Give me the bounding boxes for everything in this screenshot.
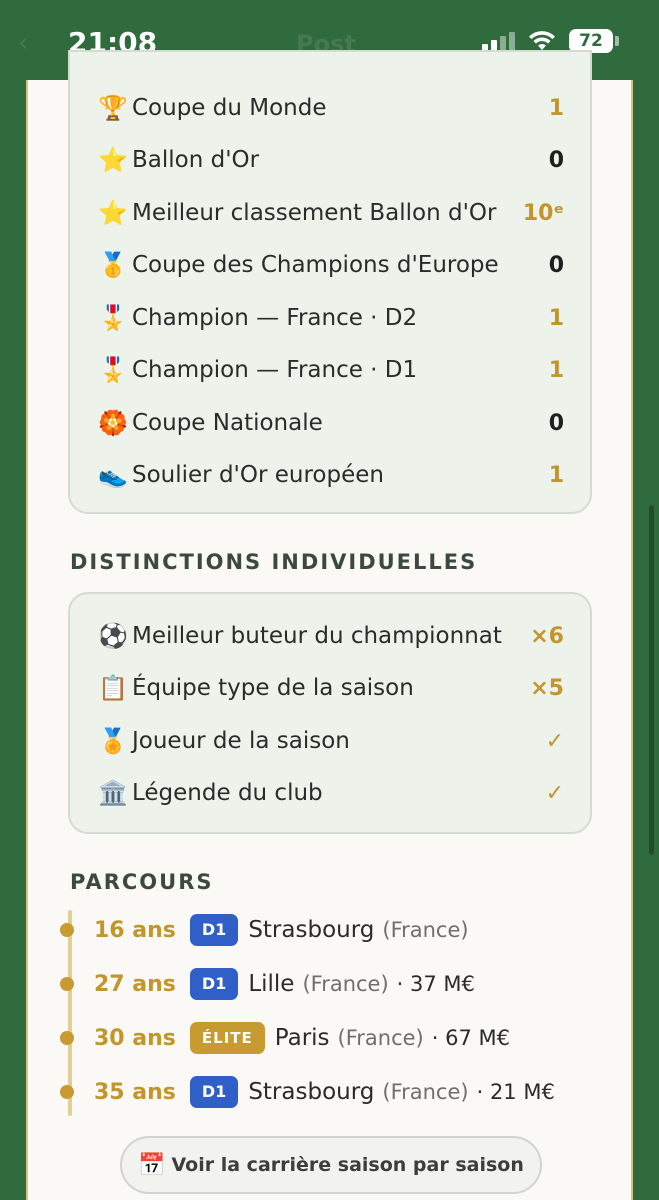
trophy-count: 0	[548, 410, 564, 436]
career-club: Strasbourg	[248, 1079, 375, 1105]
career-country: (France)	[382, 1080, 469, 1104]
trophy-row: 🥇 Coupe des Champions d'Europe 0	[98, 245, 564, 285]
sports-medal-icon: 🏅	[98, 727, 128, 755]
career-step: 30 ans ÉLITE Paris (France) · 67 M€	[60, 1018, 510, 1058]
trophy-count: 1	[548, 357, 564, 383]
classical-building-icon: 🏛️	[98, 779, 128, 807]
career-club: Paris	[274, 1025, 330, 1051]
timeline-dot	[60, 923, 74, 937]
timeline-dot	[60, 1031, 74, 1045]
career-club: Lille	[248, 971, 295, 997]
trophy-label: Coupe des Champions d'Europe	[132, 252, 499, 278]
transfer-fee: · 21 M€	[476, 1080, 555, 1104]
timeline-dot	[60, 1085, 74, 1099]
league-badge: D1	[189, 914, 239, 946]
trophy-label: Soulier d'Or européen	[132, 462, 384, 488]
career-step: 35 ans D1 Strasbourg (France) · 21 M€	[60, 1072, 555, 1112]
shoe-icon: 👟	[98, 461, 128, 489]
battery-nub	[615, 36, 619, 46]
timeline-dot	[60, 977, 74, 991]
trophy-row: 🎖️ Champion — France · D2 1	[98, 298, 564, 338]
career-club: Strasbourg	[248, 917, 375, 943]
career-step: 16 ans D1 Strasbourg (France)	[60, 910, 469, 950]
league-badge: D1	[189, 1076, 239, 1108]
career-country: (France)	[337, 1026, 424, 1050]
trophy-count: 0	[548, 252, 564, 278]
career-age: 16 ans	[94, 917, 176, 943]
transfer-fee: · 37 M€	[396, 972, 475, 996]
career-country: (France)	[382, 918, 469, 942]
calendar-icon: 📅	[138, 1152, 166, 1178]
clipboard-icon: 📋	[98, 674, 128, 702]
trophy-label: Coupe Nationale	[132, 410, 323, 436]
distinction-row: 📋 Équipe type de la saison ×5	[98, 668, 564, 708]
distinction-check-icon: ✓	[545, 780, 564, 806]
trophy-label: Meilleur classement Ballon d'Or	[132, 200, 497, 226]
trophy-count: 1	[548, 305, 564, 331]
trophy-label: Coupe du Monde	[132, 95, 327, 121]
cellular-signal-icon	[482, 30, 518, 52]
league-badge: ÉLITE	[189, 1022, 265, 1054]
trophy-count: 1	[548, 95, 564, 121]
trophy-row: 🏵️ Coupe Nationale 0	[98, 403, 564, 443]
star-icon: ⭐	[98, 146, 128, 174]
distinction-label: Joueur de la saison	[132, 728, 350, 754]
trophy-row: ⭐ Meilleur classement Ballon d'Or 10ᵉ	[98, 193, 564, 233]
trophy-count: 1	[548, 462, 564, 488]
trophy-label: Champion — France · D1	[132, 357, 418, 383]
back-chevron-icon[interactable]: ‹	[18, 28, 28, 58]
star-icon: ⭐	[98, 199, 128, 227]
career-age: 27 ans	[94, 971, 176, 997]
league-badge: D1	[189, 968, 239, 1000]
season-by-season-label: Voir la carrière saison par saison	[171, 1154, 524, 1176]
distinction-row: 🏅 Joueur de la saison ✓	[98, 721, 564, 761]
distinction-row: ⚽ Meilleur buteur du championnat ×6	[98, 616, 564, 656]
distinction-label: Meilleur buteur du championnat	[132, 623, 502, 649]
gold-medal-icon: 🥇	[98, 251, 128, 279]
rosette-icon: 🏵️	[98, 409, 128, 437]
trophy-row: ⭐ Ballon d'Or 0	[98, 140, 564, 180]
career-age: 30 ans	[94, 1025, 176, 1051]
military-medal-icon: 🎖️	[98, 356, 128, 384]
military-medal-icon: 🎖️	[98, 304, 128, 332]
distinction-label: Légende du club	[132, 780, 323, 806]
distinction-count: ×6	[530, 623, 564, 649]
distinctions-card: ⚽ Meilleur buteur du championnat ×6 📋 Éq…	[68, 592, 592, 834]
parcours-title: PARCOURS	[70, 870, 214, 894]
career-step: 27 ans D1 Lille (France) · 37 M€	[60, 964, 475, 1004]
wifi-icon	[529, 31, 555, 50]
trophy-count: 10ᵉ	[522, 200, 564, 226]
player-sheet: 🏆 Coupe du Monde 1 ⭐ Ballon d'Or 0 ⭐ Mei…	[26, 50, 633, 1200]
career-country: (France)	[302, 972, 389, 996]
trophy-row: 👟 Soulier d'Or européen 1	[98, 455, 564, 495]
career-age: 35 ans	[94, 1079, 176, 1105]
distinction-count: ×5	[530, 675, 564, 701]
distinction-row: 🏛️ Légende du club ✓	[98, 773, 564, 813]
trophy-count: 0	[548, 147, 564, 173]
trophy-label: Ballon d'Or	[132, 147, 260, 173]
soccer-ball-icon: ⚽	[98, 622, 128, 650]
trophy-row: 🏆 Coupe du Monde 1	[98, 88, 564, 128]
season-by-season-button[interactable]: 📅 Voir la carrière saison par saison	[120, 1136, 542, 1194]
trophies-card: 🏆 Coupe du Monde 1 ⭐ Ballon d'Or 0 ⭐ Mei…	[68, 50, 592, 514]
trophy-label: Champion — France · D2	[132, 305, 418, 331]
distinction-check-icon: ✓	[545, 728, 564, 754]
distinction-label: Équipe type de la saison	[132, 675, 414, 701]
trophy-icon: 🏆	[98, 94, 128, 122]
scrollbar[interactable]	[649, 505, 654, 855]
transfer-fee: · 67 M€	[431, 1026, 510, 1050]
trophy-row: 🎖️ Champion — France · D1 1	[98, 350, 564, 390]
distinctions-title: DISTINCTIONS INDIVIDUELLES	[70, 550, 478, 574]
